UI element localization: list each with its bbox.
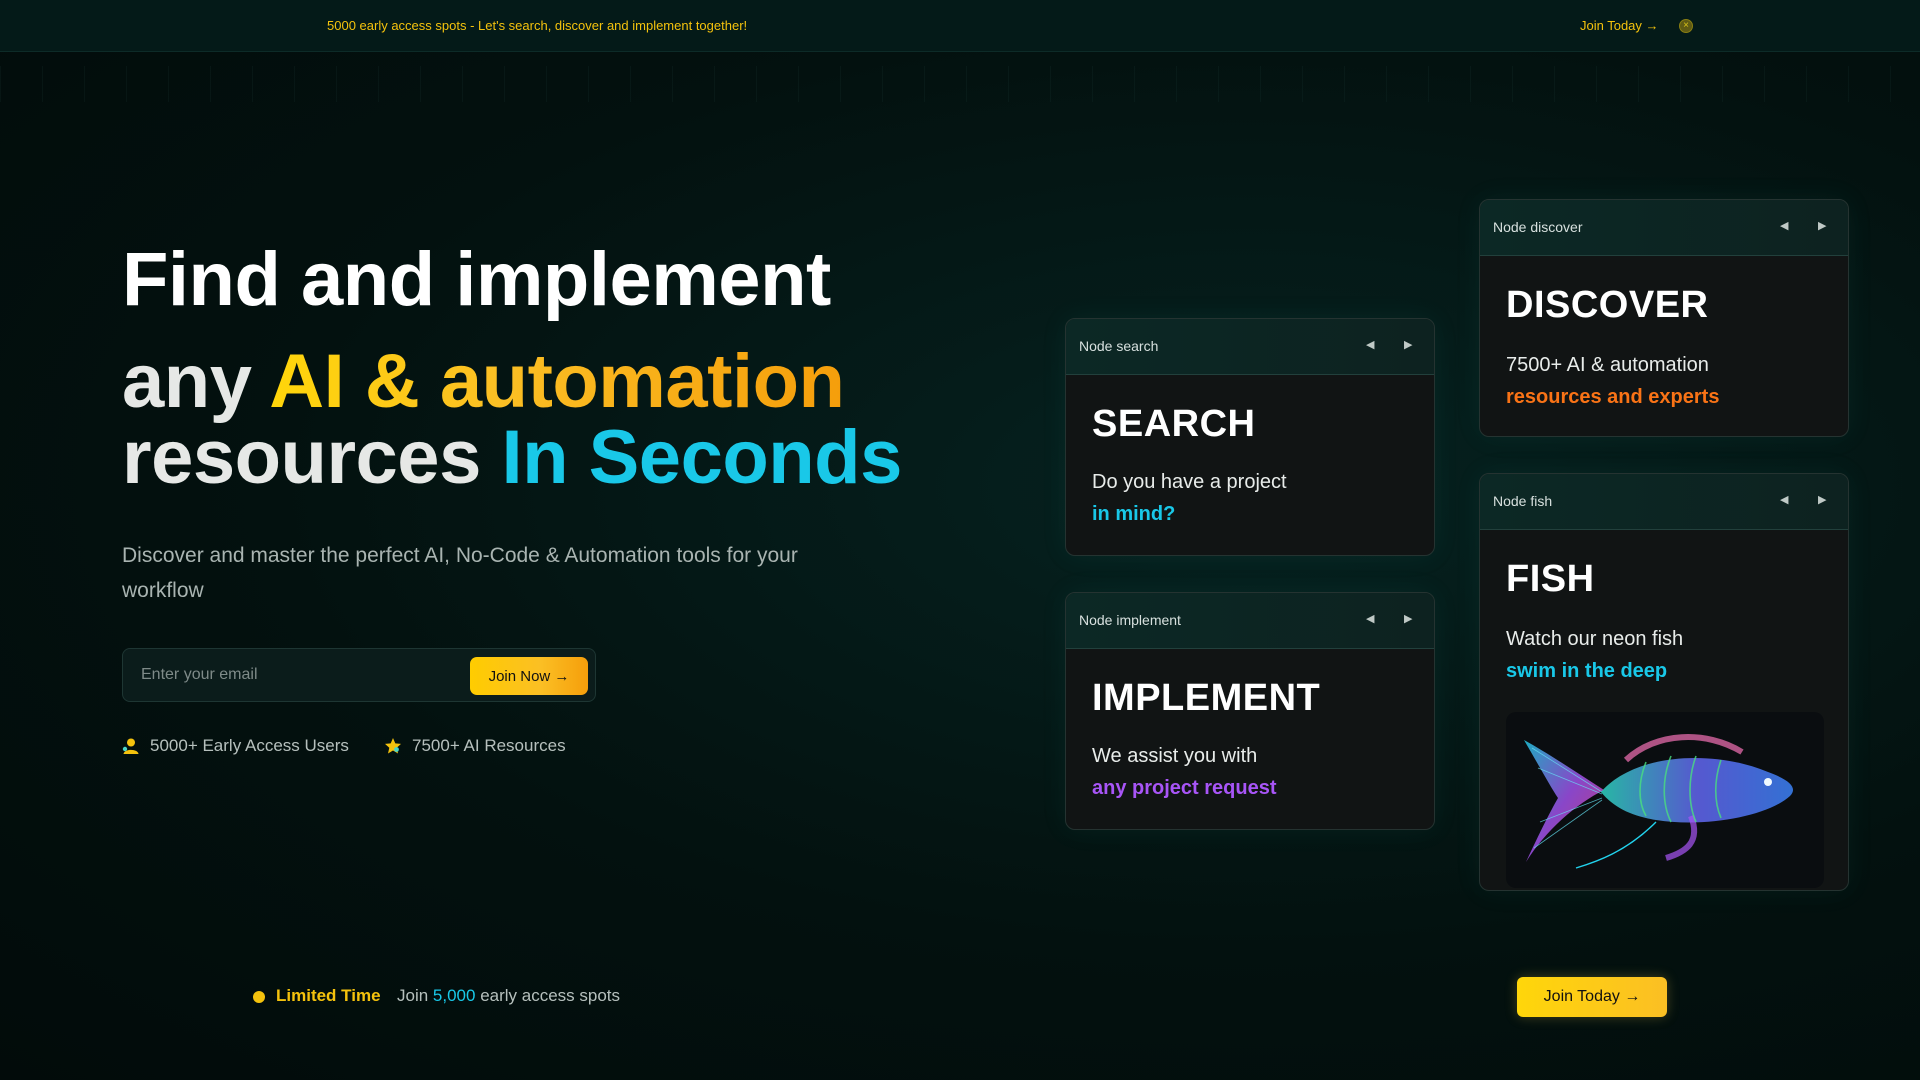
- node-implement-title: IMPLEMENT: [1092, 677, 1320, 720]
- node-implement-card: Node implement ◀ ▶ IMPLEMENT We assist y…: [1065, 592, 1435, 830]
- node-fish-text: Watch our neon fish: [1506, 628, 1683, 651]
- announcement-bar: 5000 early access spots - Let's search, …: [0, 0, 1920, 52]
- prev-arrow-icon[interactable]: ◀: [1780, 493, 1788, 506]
- hero-title-line-1: Find and implement: [122, 242, 831, 318]
- node-discover-text: 7500+ AI & automation: [1506, 354, 1709, 377]
- node-implement-header: Node implement ◀ ▶: [1066, 593, 1434, 649]
- stat-users: 5000+ Early Access Users: [122, 736, 349, 756]
- limited-time-dot: [253, 991, 265, 1003]
- next-arrow-icon[interactable]: ▶: [1404, 612, 1412, 625]
- stat-resources-label: 7500+ AI Resources: [412, 736, 566, 756]
- early-access-prefix: Join: [397, 986, 433, 1005]
- landing-page: 5000 early access spots - Let's search, …: [0, 0, 1920, 1080]
- node-fish-header-title: Node fish: [1493, 493, 1552, 509]
- hero-line-2-prefix: any: [122, 339, 269, 424]
- node-discover-card: Node discover ◀ ▶ DISCOVER 7500+ AI & au…: [1479, 199, 1849, 437]
- node-search-card: Node search ◀ ▶ SEARCH Do you have a pro…: [1065, 318, 1435, 556]
- node-search-title: SEARCH: [1092, 403, 1255, 446]
- hero-subtitle: Discover and master the perfect AI, No-C…: [122, 538, 852, 608]
- node-fish-accent: swim in the deep: [1506, 660, 1667, 683]
- node-search-header: Node search ◀ ▶: [1066, 319, 1434, 375]
- prev-arrow-icon[interactable]: ◀: [1366, 338, 1374, 351]
- prev-arrow-icon[interactable]: ◀: [1780, 219, 1788, 232]
- hero-line-3-prefix: resources: [122, 415, 501, 500]
- node-search-text: Do you have a project: [1092, 471, 1287, 494]
- node-implement-text: We assist you with: [1092, 745, 1257, 768]
- close-icon[interactable]: ×: [1679, 19, 1693, 33]
- join-today-button[interactable]: Join Today →: [1517, 977, 1667, 1017]
- node-discover-accent: resources and experts: [1506, 386, 1719, 409]
- next-arrow-icon[interactable]: ▶: [1404, 338, 1412, 351]
- node-discover-header: Node discover ◀ ▶: [1480, 200, 1848, 256]
- early-access-count: 5,000: [433, 986, 476, 1005]
- announcement-message: 5000 early access spots - Let's search, …: [327, 18, 747, 33]
- neon-fish-icon: [1506, 712, 1824, 888]
- node-fish-header: Node fish ◀ ▶: [1480, 474, 1848, 530]
- limited-time-label: Limited Time: [276, 986, 381, 1006]
- stat-resources: 7500+ AI Resources: [384, 736, 566, 756]
- user-icon: [122, 737, 140, 755]
- hero-highlight-ai: AI & automation: [269, 339, 844, 424]
- hero-highlight-seconds: In Seconds: [501, 415, 901, 500]
- stat-users-label: 5000+ Early Access Users: [150, 736, 349, 756]
- node-discover-title: DISCOVER: [1506, 284, 1708, 327]
- node-fish-card: Node fish ◀ ▶ FISH Watch our neon fish s…: [1479, 473, 1849, 891]
- node-discover-header-title: Node discover: [1493, 219, 1583, 235]
- next-arrow-icon[interactable]: ▶: [1818, 493, 1826, 506]
- node-implement-accent: any project request: [1092, 777, 1277, 800]
- hero-title-line-2: any AI & automation: [122, 344, 844, 420]
- early-access-suffix: early access spots: [475, 986, 620, 1005]
- node-search-accent: in mind?: [1092, 503, 1175, 526]
- email-input[interactable]: [141, 663, 451, 687]
- prev-arrow-icon[interactable]: ◀: [1366, 612, 1374, 625]
- grid-decoration: [0, 66, 1920, 102]
- node-implement-header-title: Node implement: [1079, 612, 1181, 628]
- signup-form: Join Now →: [122, 648, 596, 702]
- hero-title-line-3: resources In Seconds: [122, 420, 902, 496]
- topbar-join-link[interactable]: Join Today →: [1580, 18, 1659, 33]
- neon-fish-image: [1506, 712, 1824, 888]
- next-arrow-icon[interactable]: ▶: [1818, 219, 1826, 232]
- early-access-text: Join 5,000 early access spots: [397, 986, 620, 1006]
- node-search-header-title: Node search: [1079, 338, 1158, 354]
- star-icon: [384, 737, 402, 755]
- join-now-button[interactable]: Join Now →: [470, 657, 588, 695]
- node-fish-title: FISH: [1506, 558, 1595, 601]
